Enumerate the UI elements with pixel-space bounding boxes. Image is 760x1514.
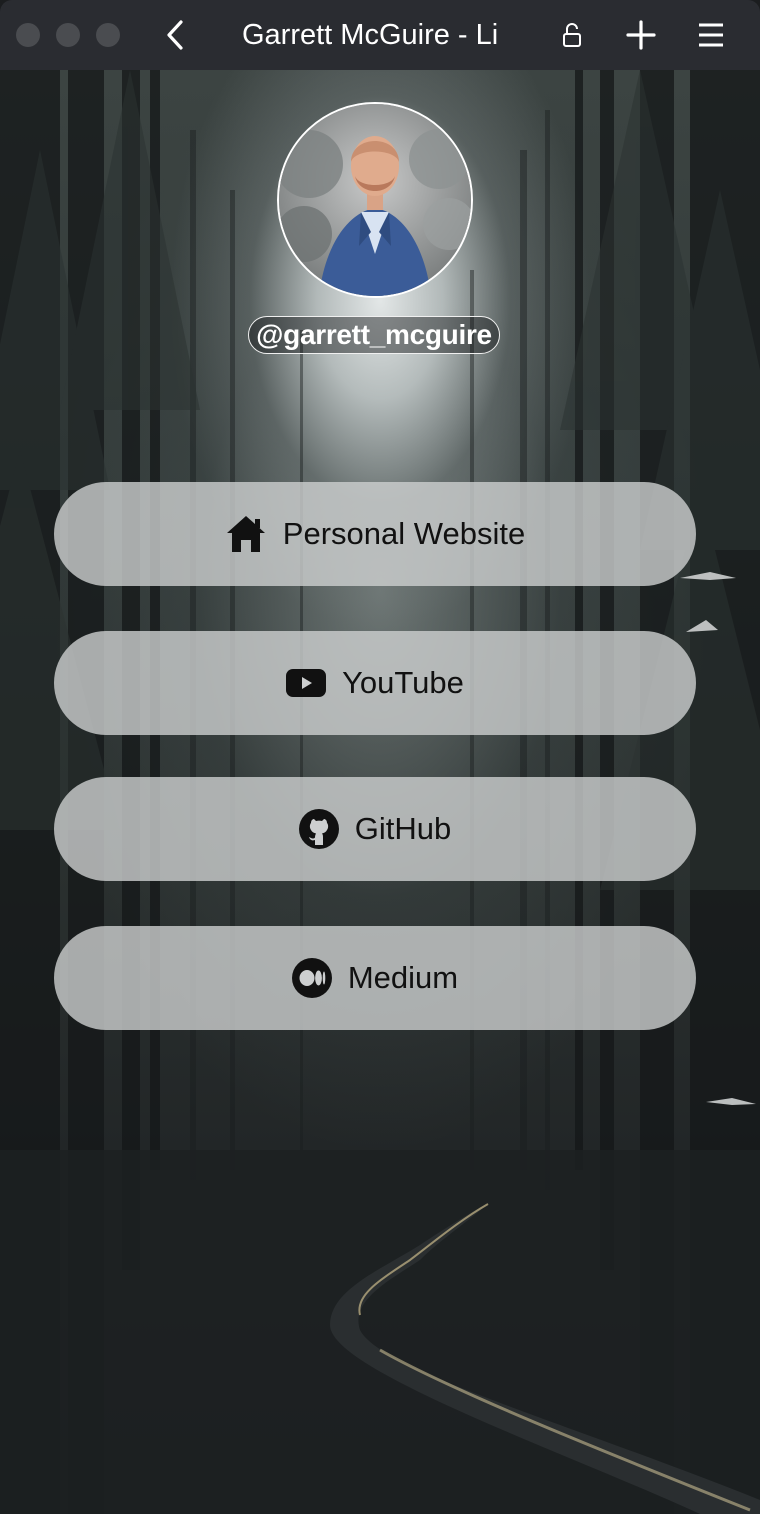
link-label: YouTube xyxy=(342,665,464,700)
minimize-window-button[interactable] xyxy=(56,23,80,47)
plus-icon xyxy=(626,20,656,50)
menu-button[interactable] xyxy=(692,14,730,56)
avatar xyxy=(277,102,473,298)
new-tab-button[interactable] xyxy=(622,14,660,56)
link-label: GitHub xyxy=(354,811,452,846)
link-button-personal-website[interactable]: Personal Website xyxy=(54,482,696,586)
link-button-medium[interactable]: Medium xyxy=(54,926,696,1030)
maximize-window-button[interactable] xyxy=(96,23,120,47)
medium-icon xyxy=(291,958,332,998)
link-button-youtube[interactable]: YouTube xyxy=(54,631,696,735)
github-icon xyxy=(298,809,339,849)
youtube-icon xyxy=(286,669,327,697)
home-icon xyxy=(225,514,267,554)
page-content: @garrett_mcguire Personal Website YouTub… xyxy=(0,70,760,1514)
lock-open-icon xyxy=(563,23,581,47)
profile-photo xyxy=(279,104,471,296)
username-handle: @garrett_mcguire xyxy=(248,316,500,354)
security-lock-button[interactable] xyxy=(558,14,586,56)
link-label: Medium xyxy=(347,960,459,995)
chevron-left-icon xyxy=(167,20,183,50)
browser-window: Garrett McGuire - Li @garrett_mcguire Pe… xyxy=(0,0,760,1514)
link-button-github[interactable]: GitHub xyxy=(54,777,696,881)
hamburger-menu-icon xyxy=(699,23,723,47)
close-window-button[interactable] xyxy=(16,23,40,47)
page-title: Garrett McGuire - Li xyxy=(242,19,499,51)
title-bar: Garrett McGuire - Li xyxy=(0,0,760,70)
back-button[interactable] xyxy=(158,14,192,56)
link-label: Personal Website xyxy=(282,516,526,551)
